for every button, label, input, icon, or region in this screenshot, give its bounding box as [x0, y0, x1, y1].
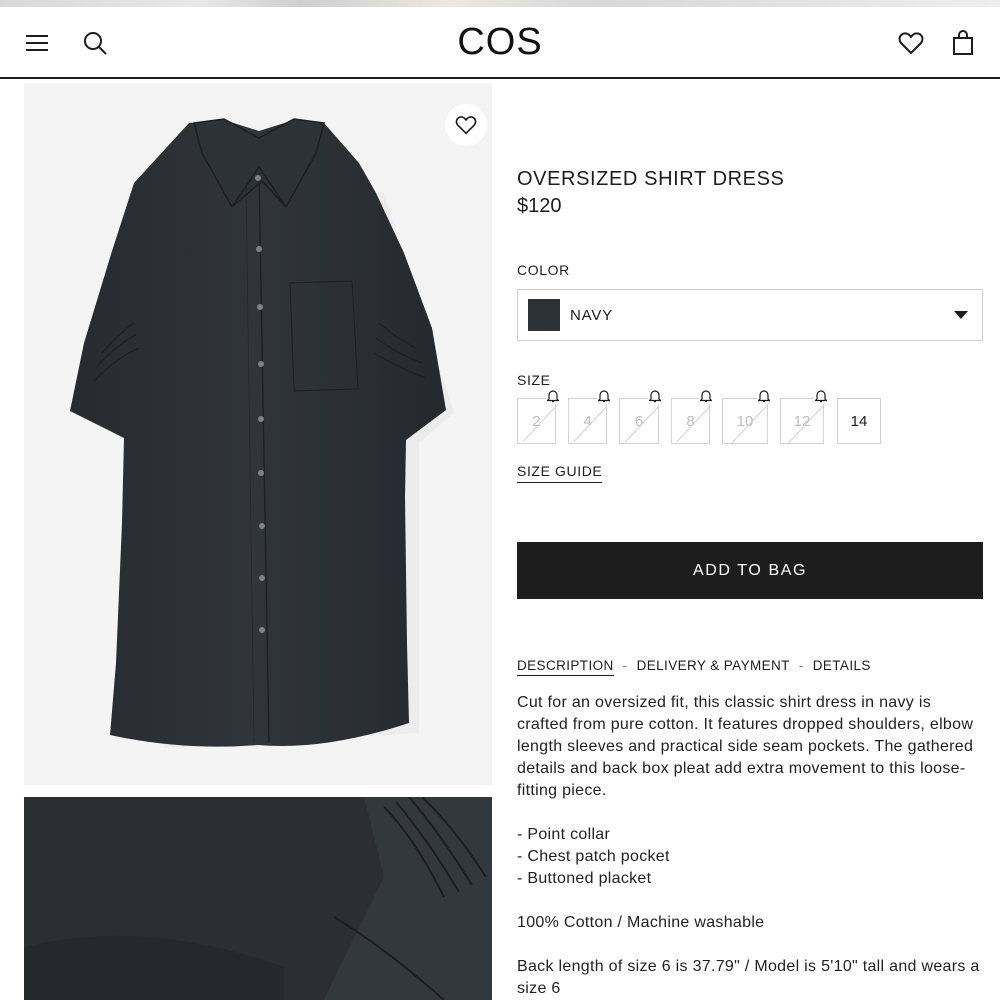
color-select[interactable]: NAVY: [517, 289, 983, 341]
favorite-button[interactable]: [445, 104, 487, 146]
feature-bullet: - Chest patch pocket: [517, 848, 670, 865]
description-paragraph: Cut for an oversized fit, this classic s…: [517, 694, 974, 799]
composition-text: 100% Cotton / Machine washable: [517, 914, 765, 931]
color-swatch: [528, 299, 560, 331]
browser-top-strip: [0, 0, 1000, 7]
product-image-detail[interactable]: [24, 797, 492, 1000]
tab-description[interactable]: DESCRIPTION: [517, 658, 614, 676]
size-option-2[interactable]: 2: [517, 398, 556, 444]
heart-icon: [455, 116, 477, 135]
bell-icon[interactable]: [757, 388, 771, 404]
size-label: SIZE: [517, 372, 551, 388]
size-option-14[interactable]: 14: [837, 398, 881, 444]
feature-bullet: - Buttoned placket: [517, 870, 652, 887]
color-label: COLOR: [517, 262, 570, 278]
tab-separator: -: [622, 658, 628, 673]
size-option-4[interactable]: 4: [568, 398, 607, 444]
heart-icon[interactable]: [897, 29, 925, 57]
color-value: NAVY: [570, 307, 613, 324]
feature-bullet: - Point collar: [517, 826, 611, 843]
tab-delivery-payment[interactable]: DELIVERY & PAYMENT: [637, 658, 790, 673]
size-option-10[interactable]: 10: [722, 398, 768, 444]
site-header: COS: [0, 7, 1000, 79]
add-to-bag-button[interactable]: ADD TO BAG: [517, 542, 983, 599]
product-price: $120: [517, 195, 562, 217]
product-image-main[interactable]: [24, 83, 492, 785]
dress-illustration: [70, 118, 454, 748]
product-title: OVERSIZED SHIRT DRESS: [517, 168, 785, 190]
size-option-6[interactable]: 6: [619, 398, 659, 444]
tab-details[interactable]: DETAILS: [813, 658, 871, 673]
cos-logo[interactable]: COS: [0, 21, 1000, 64]
size-guide-link[interactable]: SIZE GUIDE: [517, 463, 603, 483]
info-tabs: DESCRIPTION - DELIVERY & PAYMENT - DETAILS: [517, 658, 871, 676]
chevron-down-icon: [954, 311, 968, 319]
bell-icon[interactable]: [814, 388, 828, 404]
bag-icon[interactable]: [949, 29, 977, 57]
bell-icon[interactable]: [699, 388, 713, 404]
fit-note: Back length of size 6 is 37.79" / Model …: [517, 958, 980, 997]
bell-icon[interactable]: [546, 388, 560, 404]
tab-separator: -: [798, 658, 804, 673]
size-option-12[interactable]: 12: [780, 398, 824, 444]
bell-icon[interactable]: [648, 388, 662, 404]
size-option-8[interactable]: 8: [671, 398, 710, 444]
fabric-detail-illustration: [24, 797, 492, 1000]
bell-icon[interactable]: [597, 388, 611, 404]
